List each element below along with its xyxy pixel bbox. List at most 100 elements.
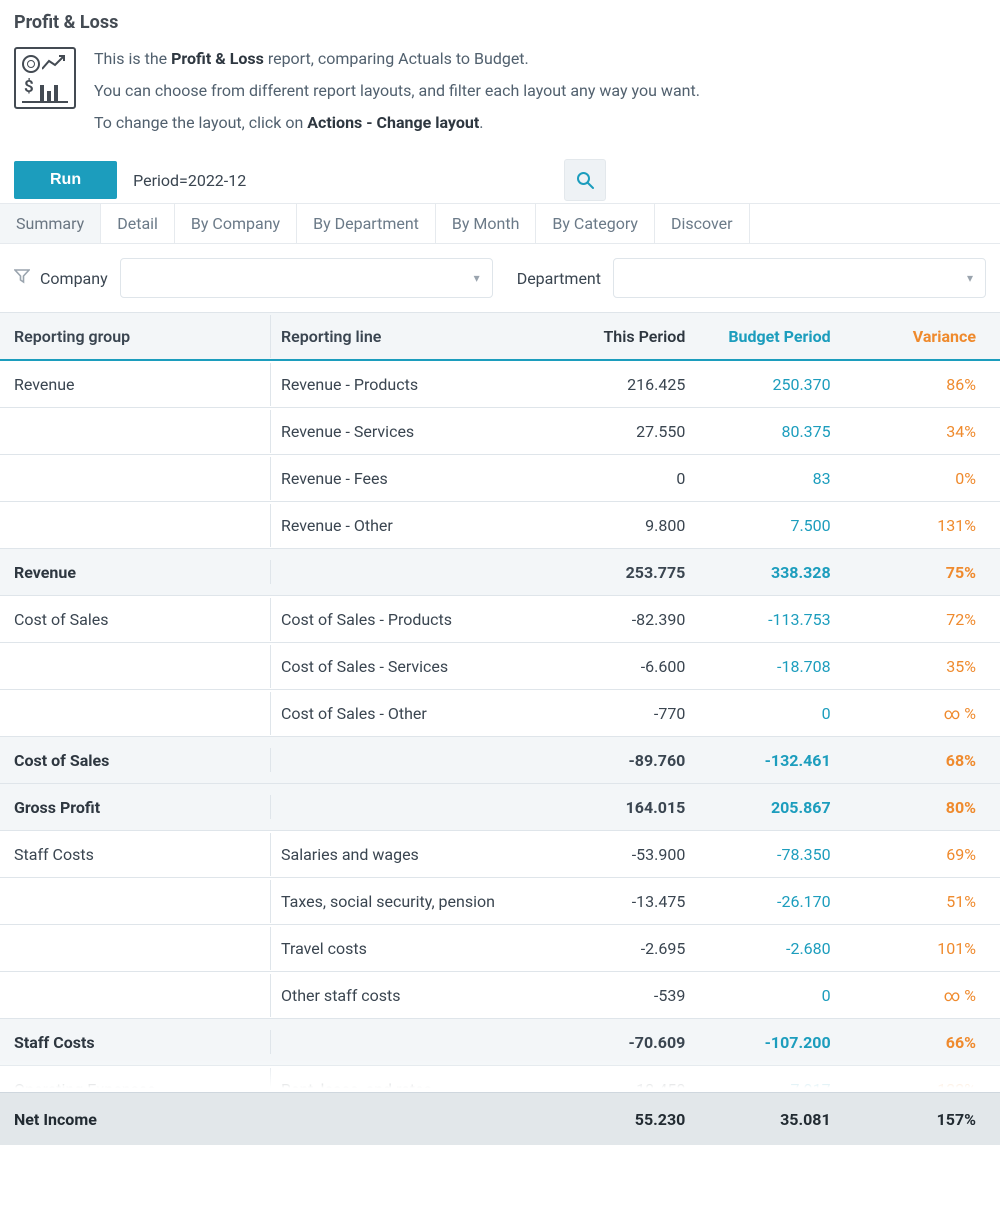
tab-summary[interactable]: Summary [0,204,101,243]
cell-this-period: 253.775 [550,551,695,594]
cell-variance: ∞ % [841,692,986,735]
cell-variance: 80% [841,786,986,829]
cell-line: Revenue - Services [270,410,550,453]
search-button[interactable] [564,159,606,201]
tab-by-month[interactable]: By Month [436,204,536,243]
tab-detail[interactable]: Detail [101,204,175,243]
cell-budget: 80.375 [695,410,840,453]
period-filter-text[interactable]: Period=2022-12 [133,171,246,190]
cell-variance: 51% [841,880,986,923]
tabs: Summary Detail By Company By Department … [0,203,1000,244]
cell-budget: -113.753 [695,598,840,641]
subtotal-row[interactable]: Cost of Sales-89.760-132.46168% [0,737,1000,784]
table-row[interactable]: Revenue - Fees0830% [0,455,1000,502]
cell-group [0,466,270,490]
chevron-down-icon: ▾ [967,271,973,285]
cell-this-period: -2.695 [550,927,695,970]
cell-this-period: -6.600 [550,645,695,688]
cell-budget: 0 [695,974,840,1017]
subtotal-row[interactable]: Revenue253.775338.32875% [0,549,1000,596]
cell-line [270,560,550,584]
cell-this-period: -770 [550,692,695,735]
table-row[interactable]: Revenue - Other9.8007.500131% [0,502,1000,549]
table-row[interactable]: Revenue - Services27.55080.37534% [0,408,1000,455]
tab-by-company[interactable]: By Company [175,204,297,243]
table-row[interactable]: Operating ExpensesRent, lease, and rates… [0,1066,1000,1093]
cell-variance: 131% [841,504,986,547]
cell-this-period: 27.550 [550,410,695,453]
net-budget-period: 35.081 [695,1098,840,1141]
cell-budget: 83 [695,457,840,500]
filter-icon [14,268,30,288]
cell-variance: 72% [841,598,986,641]
col-reporting-group[interactable]: Reporting group [0,315,270,358]
table-row[interactable]: Cost of Sales - Services-6.600-18.70835% [0,643,1000,690]
col-variance[interactable]: Variance [841,315,986,358]
cell-this-period: -13.475 [550,880,695,923]
cell-group: Staff Costs [0,833,270,876]
cell-variance: 34% [841,410,986,453]
company-filter-dropdown[interactable]: ▾ [120,258,493,298]
col-reporting-line[interactable]: Reporting line [270,315,550,358]
cell-group [0,889,270,913]
cell-line: Other staff costs [270,974,550,1017]
cell-group: Gross Profit [0,786,270,829]
cell-budget: -7.917 [695,1068,840,1094]
col-budget-period[interactable]: Budget Period [695,315,840,358]
cell-variance: 69% [841,833,986,876]
subtotal-row[interactable]: Staff Costs-70.609-107.20066% [0,1019,1000,1066]
cell-line: Rent, lease, and rates [270,1068,550,1094]
cell-budget: -18.708 [695,645,840,688]
run-button[interactable]: Run [14,161,117,199]
cell-budget: 205.867 [695,786,840,829]
cell-this-period: 216.425 [550,363,695,406]
table-row[interactable]: Taxes, social security, pension-13.475-2… [0,878,1000,925]
cell-group [0,983,270,1007]
cell-this-period: -70.609 [550,1021,695,1064]
cell-variance: 101% [841,927,986,970]
cell-line [270,1030,550,1054]
cell-variance: 0% [841,457,986,500]
tab-discover[interactable]: Discover [655,204,750,243]
table-row[interactable]: Cost of Sales - Other-7700∞ % [0,690,1000,737]
cell-variance: 75% [841,551,986,594]
table-row[interactable]: Staff CostsSalaries and wages-53.900-78.… [0,831,1000,878]
table-row[interactable]: RevenueRevenue - Products216.425250.3708… [0,361,1000,408]
cell-budget: -78.350 [695,833,840,876]
net-this-period: 55.230 [550,1098,695,1141]
cell-budget: -2.680 [695,927,840,970]
col-this-period[interactable]: This Period [550,315,695,358]
cell-line: Salaries and wages [270,833,550,876]
cell-group [0,936,270,960]
cell-budget: 250.370 [695,363,840,406]
cell-budget: -26.170 [695,880,840,923]
subtotal-row[interactable]: Gross Profit164.015205.86780% [0,784,1000,831]
cell-group: Cost of Sales [0,598,270,641]
cell-line: Cost of Sales - Services [270,645,550,688]
table-row[interactable]: Cost of SalesCost of Sales - Products-82… [0,596,1000,643]
report-icon: $ [14,47,76,109]
cell-line: Revenue - Other [270,504,550,547]
department-filter-dropdown[interactable]: ▾ [613,258,986,298]
cell-line: Taxes, social security, pension [270,880,550,923]
cell-line [270,748,550,772]
net-variance: 157% [841,1098,986,1141]
cell-group [0,654,270,678]
cell-budget: 7.500 [695,504,840,547]
tab-by-department[interactable]: By Department [297,204,436,243]
cell-budget: 338.328 [695,551,840,594]
cell-group: Cost of Sales [0,739,270,782]
cell-line: Cost of Sales - Products [270,598,550,641]
table-row[interactable]: Other staff costs-5390∞ % [0,972,1000,1019]
search-icon [576,171,594,189]
cell-variance: 66% [841,1021,986,1064]
cell-this-period: -10.450 [550,1068,695,1094]
cell-line: Cost of Sales - Other [270,692,550,735]
cell-this-period: -82.390 [550,598,695,641]
cell-variance: 86% [841,363,986,406]
cell-variance: 35% [841,645,986,688]
table-row[interactable]: Travel costs-2.695-2.680101% [0,925,1000,972]
tab-by-category[interactable]: By Category [536,204,655,243]
cell-variance: ∞ % [841,974,986,1017]
report-table: Reporting group Reporting line This Peri… [0,312,1000,1145]
